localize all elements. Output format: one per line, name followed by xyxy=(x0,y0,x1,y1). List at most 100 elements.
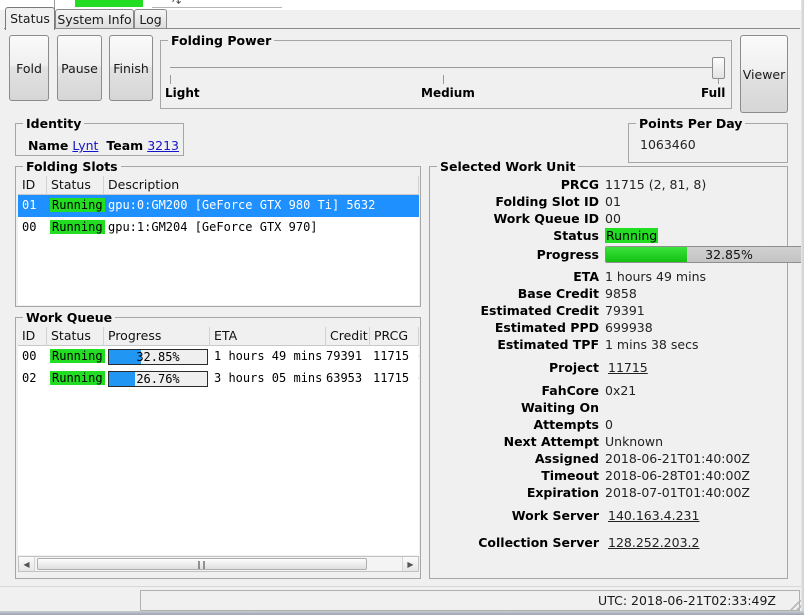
field-work-queue-id: Work Queue ID 00 xyxy=(436,211,782,229)
folding-power-tick-light xyxy=(170,75,171,84)
tab-active-notch xyxy=(6,28,52,30)
collection-server-link[interactable]: 128.252.203.2 xyxy=(608,535,699,550)
folding-power-group: Folding Power Light Medium Full xyxy=(160,33,732,109)
scroll-left-arrow-icon[interactable]: ◀ xyxy=(19,557,35,571)
identity-name-link[interactable]: Lynt xyxy=(72,138,98,153)
field-label: Project xyxy=(548,360,599,375)
tab-log[interactable]: Log xyxy=(134,9,167,29)
field-label: Work Server xyxy=(511,508,599,523)
field-progress: Progress 32.85% xyxy=(436,246,804,265)
field-label: Assigned xyxy=(534,451,599,466)
field-attempts: Attempts 0 xyxy=(436,417,782,435)
field-value: 1 mins 38 secs xyxy=(605,337,699,352)
tab-status[interactable]: Status xyxy=(5,7,55,30)
folding-slots-legend: Folding Slots xyxy=(23,159,121,174)
field-waiting-on: Waiting On xyxy=(436,400,782,418)
status-badge: Running xyxy=(605,228,659,243)
folding-power-tick-medium xyxy=(443,75,444,84)
work-queue-col-id[interactable]: ID xyxy=(18,327,47,346)
field-label: Collection Server xyxy=(478,535,599,550)
folding-slots-table[interactable]: ID Status Description 01 Running gpu:0:G… xyxy=(18,176,419,305)
work-queue-col-eta[interactable]: ETA xyxy=(210,327,326,346)
work-queue-col-credit[interactable]: Credit xyxy=(326,327,370,346)
field-label: FahCore xyxy=(541,383,599,398)
work-queue-legend: Work Queue xyxy=(23,310,116,325)
work-queue-group: Work Queue ID Status Progress ETA Credit… xyxy=(15,310,421,579)
selected-work-unit-legend: Selected Work Unit xyxy=(437,159,579,174)
table-row[interactable]: 00 Running gpu:1:GM204 [GeForce GTX 970] xyxy=(18,217,419,239)
viewer-button[interactable]: Viewer xyxy=(740,35,788,113)
work-server-link[interactable]: 140.163.4.231 xyxy=(608,508,699,523)
work-queue-eta: 1 hours 49 mins xyxy=(214,349,323,363)
field-estimated-tpf: Estimated TPF 1 mins 38 secs xyxy=(436,337,782,355)
work-queue-prcg: 11715 (2, xyxy=(373,349,419,363)
progress-text: 26.76% xyxy=(136,372,180,386)
field-label: Timeout xyxy=(541,468,599,483)
pause-button[interactable]: Pause xyxy=(57,35,102,101)
field-status: Status Running xyxy=(436,228,782,246)
folding-power-track[interactable] xyxy=(170,67,718,68)
table-row[interactable]: 02 Running 26.76% 3 hours 05 mins 63953 … xyxy=(18,368,419,390)
identity-row: Name Lynt Team 3213 xyxy=(28,138,179,153)
scroll-trough[interactable]: ‖‖ xyxy=(35,557,402,571)
work-queue-id: 02 xyxy=(22,371,37,385)
work-queue-col-prcg[interactable]: PRCG xyxy=(370,327,419,346)
field-value: 0x21 xyxy=(605,383,637,398)
field-estimated-ppd: Estimated PPD 699938 xyxy=(436,320,782,338)
folding-slot-status: Running xyxy=(50,217,110,239)
project-link[interactable]: 11715 xyxy=(608,360,648,375)
fahcontrol-window: ↷ Status System Info Log Fold Pause Fini… xyxy=(0,0,804,615)
folding-slots-col-status[interactable]: Status xyxy=(47,176,104,195)
table-row[interactable]: 00 Running 32.85% 1 hours 49 mins 79391 … xyxy=(18,346,419,368)
folding-slot-id: 00 xyxy=(22,220,37,234)
tab-bar: Status System Info Log xyxy=(4,7,800,30)
folding-slots-group: Folding Slots ID Status Description 01 R… xyxy=(15,159,421,307)
field-expiration: Expiration 2018-07-01T01:40:00Z xyxy=(436,485,782,503)
field-value: 01 xyxy=(605,194,621,209)
identity-team-label: Team xyxy=(106,138,144,153)
field-eta: ETA 1 hours 49 mins xyxy=(436,269,782,287)
folding-power-label-full: Full xyxy=(701,86,726,100)
folding-slots-col-description[interactable]: Description xyxy=(104,176,419,195)
folding-slot-description: gpu:0:GM200 [GeForce GTX 980 Ti] 5632 xyxy=(108,198,376,212)
field-value: 2018-06-21T01:40:00Z xyxy=(605,451,750,466)
field-label: ETA xyxy=(573,269,599,284)
field-label: Progress xyxy=(536,247,599,262)
status-badge: Running xyxy=(50,371,105,385)
scroll-thumb[interactable]: ‖‖ xyxy=(37,558,367,570)
field-label: Attempts xyxy=(533,417,600,432)
field-base-credit: Base Credit 9858 xyxy=(436,286,782,304)
work-queue-table[interactable]: ID Status Progress ETA Credit PRCG 00 Ru… xyxy=(18,327,419,555)
status-badge: Running xyxy=(50,198,105,212)
folding-slots-col-id[interactable]: ID xyxy=(18,176,47,195)
field-label: Estimated TPF xyxy=(497,337,599,352)
field-prcg: PRCG 11715 (2, 81, 8) xyxy=(436,177,782,195)
work-queue-eta: 3 hours 05 mins xyxy=(214,371,323,385)
identity-legend: Identity xyxy=(23,116,85,131)
work-queue-hscrollbar[interactable]: ◀ ‖‖ ▶ xyxy=(18,556,419,572)
work-queue-col-progress[interactable]: Progress xyxy=(104,327,210,346)
folding-slot-id: 01 xyxy=(22,198,37,212)
folding-power-slider-thumb[interactable] xyxy=(712,57,725,79)
work-queue-col-status[interactable]: Status xyxy=(47,327,104,346)
table-row[interactable]: 01 Running gpu:0:GM200 [GeForce GTX 980 … xyxy=(18,195,419,217)
field-label: Folding Slot ID xyxy=(495,194,599,209)
sliver-green-chip xyxy=(75,0,143,7)
field-label: Next Attempt xyxy=(503,434,599,449)
scroll-right-arrow-icon[interactable]: ▶ xyxy=(402,557,418,571)
fold-button[interactable]: Fold xyxy=(9,35,49,101)
finish-button[interactable]: Finish xyxy=(109,35,153,101)
work-queue-id: 00 xyxy=(22,349,37,363)
field-value: 11715 (2, 81, 8) xyxy=(605,177,707,192)
window-edge-bottom xyxy=(0,611,804,615)
field-value: 1 hours 49 mins xyxy=(605,269,707,284)
field-label: Waiting On xyxy=(520,400,599,415)
work-queue-credit: 63953 xyxy=(326,371,363,385)
identity-name-label: Name xyxy=(28,138,69,153)
points-per-day-legend: Points Per Day xyxy=(636,116,746,131)
field-value: 00 xyxy=(605,211,621,226)
tab-system-info[interactable]: System Info xyxy=(55,9,134,29)
field-folding-slot-id: Folding Slot ID 01 xyxy=(436,194,782,212)
identity-team-link[interactable]: 3213 xyxy=(147,138,179,153)
field-label: Base Credit xyxy=(517,286,599,301)
